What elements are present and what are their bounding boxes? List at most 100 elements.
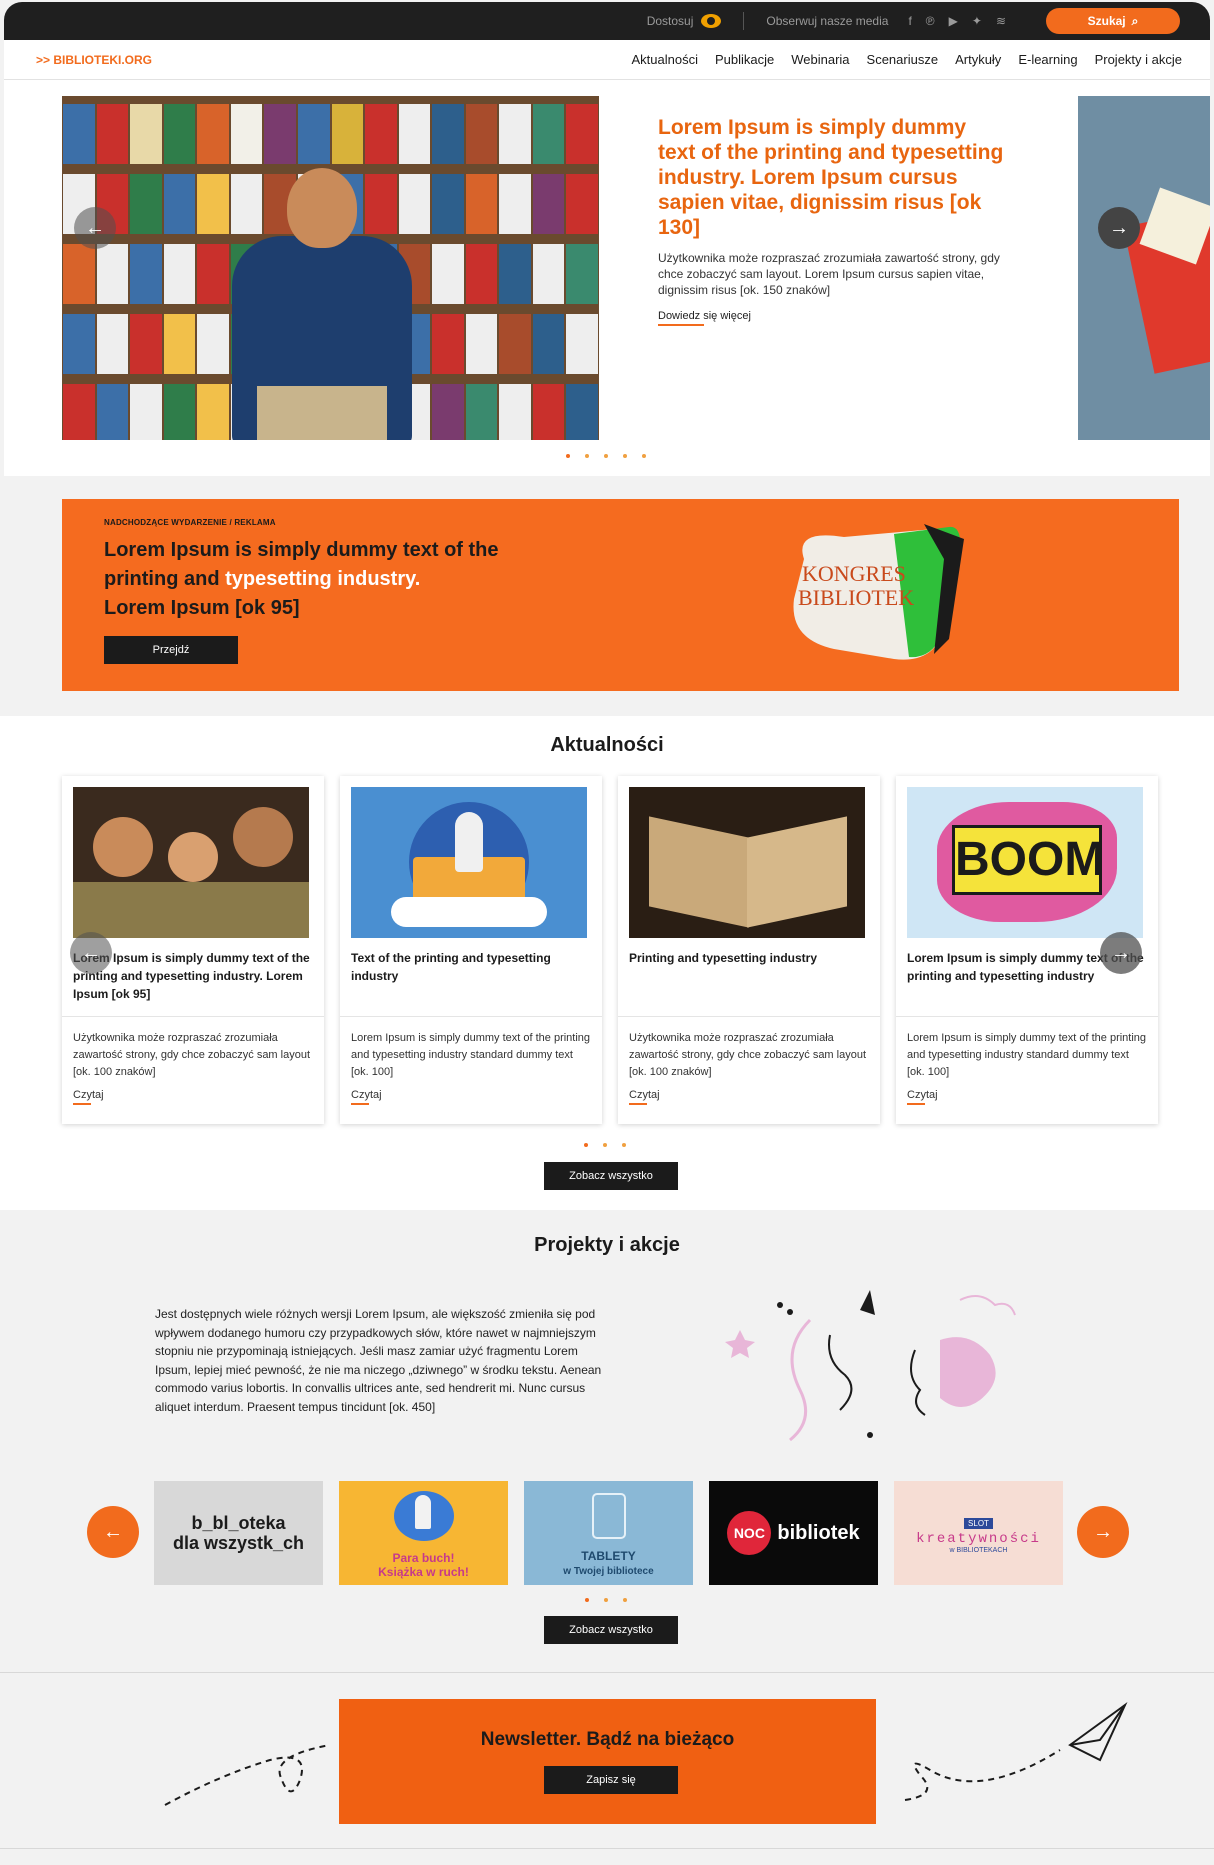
projects-description: Jest dostępnych wiele różnych wersji Lor… <box>155 1307 602 1414</box>
tablet-icon <box>592 1493 626 1539</box>
eye-icon[interactable] <box>701 14 722 28</box>
news-card-description: Lorem Ipsum is simply dummy text of the … <box>907 1032 1147 1078</box>
project-tile-tablety-text: TABLETY w Twojej bibliotece <box>524 1549 693 1579</box>
project-tile-1-line2: dla wszystk_ch <box>172 1533 305 1553</box>
rocket-body <box>415 1495 431 1529</box>
footer-divider <box>0 1848 1214 1849</box>
hero-read-more-link[interactable]: Dowiedz się więcej <box>658 310 751 326</box>
projects-see-all-button[interactable]: Zobacz wszystko <box>544 1616 678 1644</box>
youtube-icon[interactable]: ▶ <box>949 14 958 28</box>
project-tile-2-line2: Książka w ruch! <box>378 1565 469 1579</box>
kongres-logo-line2: BIBLIOTEK <box>798 585 914 610</box>
news-section: Aktualności Lorem Ipsum is simply dummy … <box>0 716 1214 1210</box>
hero-image <box>62 96 599 440</box>
kongres-logo-line1: KONGRES <box>802 561 906 586</box>
project-tile-1-line1: b_bl_oteka <box>191 1513 286 1533</box>
news-card[interactable]: Text of the printing and typesetting ind… <box>340 776 602 1124</box>
news-card[interactable]: Printing and typesetting industry Użytko… <box>618 776 880 1124</box>
nav-item-scenariusze[interactable]: Scenariusze <box>867 52 939 67</box>
child-head <box>287 168 357 248</box>
projects-next-arrow-icon[interactable]: → <box>1077 1506 1129 1558</box>
dashed-path-left <box>164 1744 331 1806</box>
news-card-read-link[interactable]: Czytaj <box>629 1089 660 1105</box>
facebook-icon[interactable]: f <box>908 14 911 28</box>
news-card-divider <box>340 1016 602 1017</box>
paper-plane-illustration <box>904 1701 1128 1801</box>
project-tile-5-main: kreatywności <box>916 1530 1041 1547</box>
pinterest-icon[interactable]: ℗ <box>926 14 935 28</box>
project-tile-noc-bibliotek[interactable]: NOC bibliotek <box>709 1481 878 1585</box>
hero-text-block: Lorem Ipsum is simply dummy text of the … <box>658 115 1008 326</box>
site-logo[interactable]: >> BIBLIOTEKI.ORG <box>36 53 152 67</box>
news-dot-2[interactable] <box>603 1143 607 1147</box>
hero-slider: ← → Lorem Ipsum is simply dummy text of … <box>4 80 1210 476</box>
news-card-read-link[interactable]: Czytaj <box>351 1089 382 1105</box>
news-card-divider <box>896 1016 1158 1017</box>
nav-item-aktualnosci[interactable]: Aktualności <box>631 52 697 67</box>
nav-item-projekty[interactable]: Projekty i akcje <box>1095 52 1182 67</box>
nav-item-publikacje[interactable]: Publikacje <box>715 52 774 67</box>
news-card-image <box>629 787 865 938</box>
child-pants <box>257 386 387 440</box>
hero-prev-arrow-icon[interactable]: ← <box>74 207 116 249</box>
project-tile-biblioteka[interactable]: b_bl_oteka dla wszystk_ch <box>154 1481 323 1585</box>
search-button[interactable]: Szukaj ⌕ <box>1046 8 1180 34</box>
nav-item-artykuly[interactable]: Artykuły <box>955 52 1001 67</box>
newsletter-subscribe-button[interactable]: Zapisz się <box>544 1766 678 1794</box>
news-card-title: Printing and typesetting industry <box>629 951 818 965</box>
project-tile-3-line1: TABLETY <box>581 1549 636 1563</box>
project-tile-tablety[interactable]: TABLETY w Twojej bibliotece <box>524 1481 693 1585</box>
projects-dot-3[interactable] <box>623 1598 627 1602</box>
hero-dot-3[interactable] <box>604 454 608 458</box>
nav-menu: Aktualności Publikacje Webinaria Scenari… <box>631 52 1182 67</box>
news-section-title: Aktualności <box>550 734 664 756</box>
banner-go-button[interactable]: Przejdź <box>104 636 238 664</box>
news-dot-3[interactable] <box>622 1143 626 1147</box>
news-card-description: Lorem Ipsum is simply dummy text of the … <box>351 1032 591 1078</box>
kongres-bibliotek-logo[interactable]: KONGRES BIBLIOTEK <box>784 519 974 669</box>
customize-control[interactable]: Dostosuj <box>647 14 722 28</box>
hero-dot-5[interactable] <box>642 454 646 458</box>
hero-dot-2[interactable] <box>585 454 589 458</box>
follow-label: Obserwuj nasze media <box>766 14 889 28</box>
news-card-description: Użytkownika może rozpraszać zrozumiała z… <box>73 1032 311 1078</box>
project-tile-para-buch[interactable]: Para buch! Książka w ruch! <box>339 1481 508 1585</box>
nav-item-elearning[interactable]: E-learning <box>1018 52 1077 67</box>
news-see-all-button[interactable]: Zobacz wszystko <box>544 1162 678 1190</box>
project-tile-noc-text: bibliotek <box>777 1521 860 1544</box>
project-tile-2-line1: Para buch! <box>392 1551 455 1565</box>
project-tile-slot-kreatywnosci[interactable]: SLOT kreatywności w BIBLIOTEKACH <box>894 1481 1063 1585</box>
hero-description: Użytkownika może rozpraszać zrozumiała z… <box>658 251 1000 297</box>
search-icon: ⌕ <box>1131 13 1139 28</box>
news-next-arrow-icon[interactable]: → <box>1100 932 1142 974</box>
news-prev-arrow-icon[interactable]: ← <box>70 932 112 974</box>
news-pagination <box>584 1143 626 1147</box>
top-bar: Dostosuj Obserwuj nasze media f ℗ ▶ ✦ ≋ … <box>4 2 1210 40</box>
noc-badge: NOC <box>727 1511 772 1555</box>
customize-label[interactable]: Dostosuj <box>647 14 694 28</box>
hero-next-arrow-icon[interactable]: → <box>1098 207 1140 249</box>
projects-dot-2[interactable] <box>604 1598 608 1602</box>
project-tile-5-sub: w BIBLIOTEKACH <box>949 1546 1008 1554</box>
projects-pagination <box>585 1598 627 1602</box>
news-card-read-link[interactable]: Czytaj <box>73 1089 104 1105</box>
nav-item-webinaria[interactable]: Webinaria <box>791 52 849 67</box>
banner-kicker: NADCHODZĄCE WYDARZENIE / REKLAMA <box>104 518 276 527</box>
project-tile-biblioteka-text: b_bl_oteka dla wszystk_ch <box>173 1513 304 1553</box>
news-card-image <box>351 787 587 938</box>
projects-prev-arrow-icon[interactable]: ← <box>87 1506 139 1558</box>
hero-dot-1[interactable] <box>566 454 570 458</box>
news-card-image: BOOM <box>907 787 1143 938</box>
news-cards: Lorem Ipsum is simply dummy text of the … <box>62 776 1158 1124</box>
rss-icon[interactable]: ≋ <box>996 14 1006 28</box>
projects-tiles: b_bl_oteka dla wszystk_ch Para buch! Książ… <box>154 1481 1063 1585</box>
twitter-icon[interactable]: ✦ <box>972 14 982 28</box>
banner-title: Lorem Ipsum is simply dummy text of the … <box>104 536 564 623</box>
hero-dot-4[interactable] <box>623 454 627 458</box>
projects-dot-1[interactable] <box>585 1598 589 1602</box>
project-tile-3-line2: w Twojej bibliotece <box>563 1566 654 1577</box>
news-card-read-link[interactable]: Czytaj <box>907 1089 938 1105</box>
news-dot-1[interactable] <box>584 1143 588 1147</box>
hero-title: Lorem Ipsum is simply dummy text of the … <box>658 116 1004 239</box>
news-card-description: Użytkownika może rozpraszać zrozumiała z… <box>629 1032 867 1078</box>
